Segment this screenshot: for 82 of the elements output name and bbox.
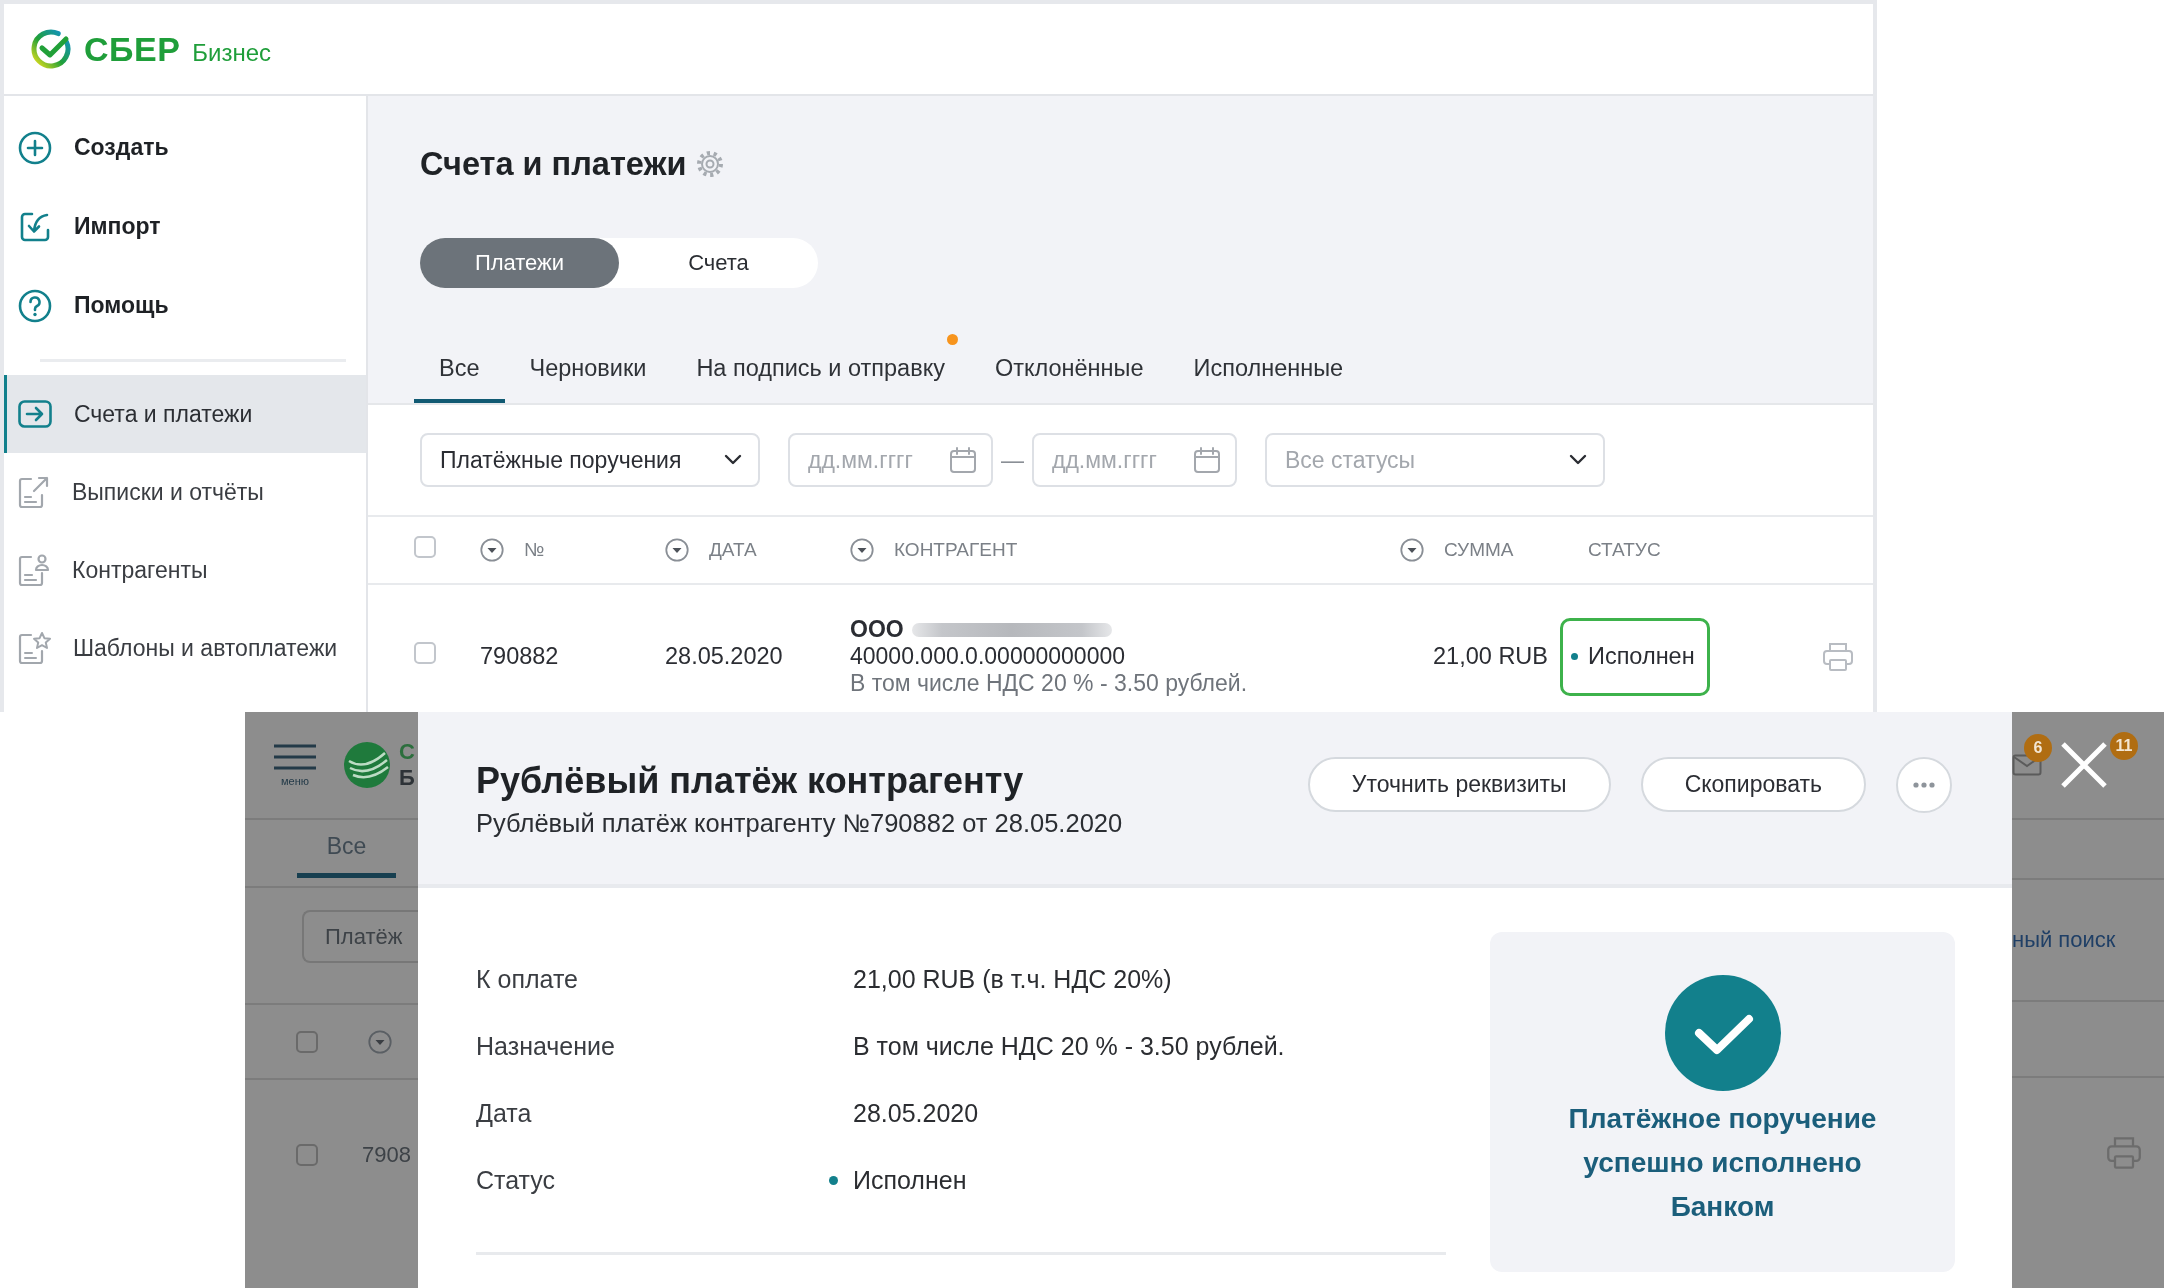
status-dot-icon: [1571, 653, 1578, 660]
column-header: ДАТА: [709, 538, 757, 562]
printer-icon[interactable]: [2106, 1135, 2142, 1171]
row-checkbox[interactable]: [296, 1144, 318, 1166]
success-check-icon: [1664, 975, 1781, 1091]
column-header: СТАТУС: [1588, 538, 1661, 562]
settings-icon[interactable]: [694, 149, 725, 179]
more-button[interactable]: [1896, 757, 1952, 813]
sort-icon[interactable]: [665, 538, 689, 562]
table-cell-text: 21,00 RUB: [1433, 641, 1549, 671]
column-header: СУММА: [1444, 538, 1514, 562]
menu-icon[interactable]: [272, 743, 318, 771]
document-person-icon: [18, 553, 50, 587]
notification-badge: 6: [2024, 734, 2052, 762]
brand-name: СБЕР: [84, 29, 181, 69]
sidebar-action[interactable]: Импорт: [4, 187, 366, 266]
calendar-icon[interactable]: [949, 446, 977, 474]
segment-tab[interactable]: Счета: [619, 238, 818, 288]
tab[interactable]: Отклонённые: [969, 338, 1169, 403]
column-header: №: [524, 538, 545, 562]
menu-label: меню: [281, 775, 309, 787]
payment-note: В том числе НДС 20 % - 3.50 рублей.: [850, 670, 1249, 697]
notification-badge: 11: [2110, 732, 2138, 760]
logo-icon: [30, 28, 72, 70]
date-to-field[interactable]: дд.мм.гггг: [1032, 433, 1237, 487]
detail-label: Назначение: [476, 1030, 616, 1062]
printer-icon[interactable]: [1822, 640, 1854, 673]
chevron-down-icon: [1569, 454, 1587, 466]
status-text: Исполнен: [1588, 641, 1695, 671]
logo-letter: С: [399, 739, 415, 765]
date-from-field[interactable]: дд.мм.гггг: [788, 433, 993, 487]
action-button[interactable]: Уточнить реквизиты: [1307, 757, 1611, 812]
sort-icon[interactable]: [368, 1029, 392, 1054]
document-star-icon: [18, 631, 51, 665]
detail-label: К оплате: [476, 963, 579, 995]
chevron-down-icon: [724, 454, 742, 466]
sidebar-item[interactable]: Счета и платежи: [4, 375, 366, 453]
tab[interactable]: На подпись и отправку: [671, 338, 970, 403]
dialog-title: Рублёвый платёж контрагенту: [476, 760, 1025, 802]
calendar-icon[interactable]: [1193, 446, 1221, 474]
sidebar-item[interactable]: Контрагенты: [4, 531, 366, 609]
detail-label: Статус: [476, 1164, 557, 1196]
document-type-select[interactable]: Платёжные поручения: [420, 433, 760, 487]
detail-value: 21,00 RUB (в т.ч. НДС 20%): [853, 963, 1172, 995]
action-button[interactable]: Скопировать: [1640, 757, 1866, 812]
tab[interactable]: Исполненные: [1168, 338, 1369, 403]
row-checkbox[interactable]: [414, 641, 436, 664]
sidebar-action[interactable]: Помощь: [4, 266, 366, 345]
select-all-checkbox[interactable]: [296, 1030, 318, 1053]
select-all-checkbox[interactable]: [414, 535, 436, 558]
sort-icon[interactable]: [1400, 538, 1424, 562]
account-number: 40000.000.0.00000000000: [850, 643, 1126, 670]
column-header: КОНТРАГЕНТ: [894, 538, 1018, 562]
help-icon: [18, 288, 52, 323]
logo-icon: [343, 741, 391, 789]
page-title: Счета и платежи: [420, 145, 687, 184]
plus-circle-icon: [18, 130, 52, 165]
detail-value: В том числе НДС 20 % - 3.50 рублей.: [853, 1030, 1285, 1062]
dots-icon: [1913, 782, 1935, 788]
status-dot-icon: [829, 1176, 838, 1185]
tab[interactable]: Черновики: [504, 338, 672, 403]
close-icon[interactable]: [2060, 741, 2108, 789]
sort-icon[interactable]: [480, 538, 504, 562]
detail-label: Дата: [476, 1097, 533, 1129]
document-arrow-icon: [18, 475, 50, 509]
sidebar-item[interactable]: Выписки и отчёты: [4, 453, 366, 531]
sort-icon[interactable]: [850, 538, 874, 562]
company-type: ООО: [850, 616, 904, 643]
detail-value: 28.05.2020: [853, 1097, 979, 1129]
success-message: Платёжное поручение успешно исполнено Банком: [1567, 1102, 1878, 1224]
logo-letter: Б: [399, 765, 415, 791]
table-cell-text: 790882: [480, 641, 560, 671]
sidebar-item[interactable]: Шаблоны и автоплатежи: [4, 609, 366, 687]
table-cell: 7908: [362, 1141, 411, 1169]
product-name: Бизнес: [192, 38, 272, 68]
detail-value: Исполнен: [853, 1164, 967, 1196]
arrow-box-icon: [18, 400, 52, 428]
table-cell-text: 28.05.2020: [665, 641, 784, 671]
dialog-subtitle: Рублёвый платёж контрагенту №790882 от 28.05.2020: [476, 808, 1123, 839]
sidebar-action[interactable]: Создать: [4, 108, 366, 187]
date-separator: —: [1001, 445, 1024, 475]
segment-tab[interactable]: Платежи: [420, 238, 619, 288]
